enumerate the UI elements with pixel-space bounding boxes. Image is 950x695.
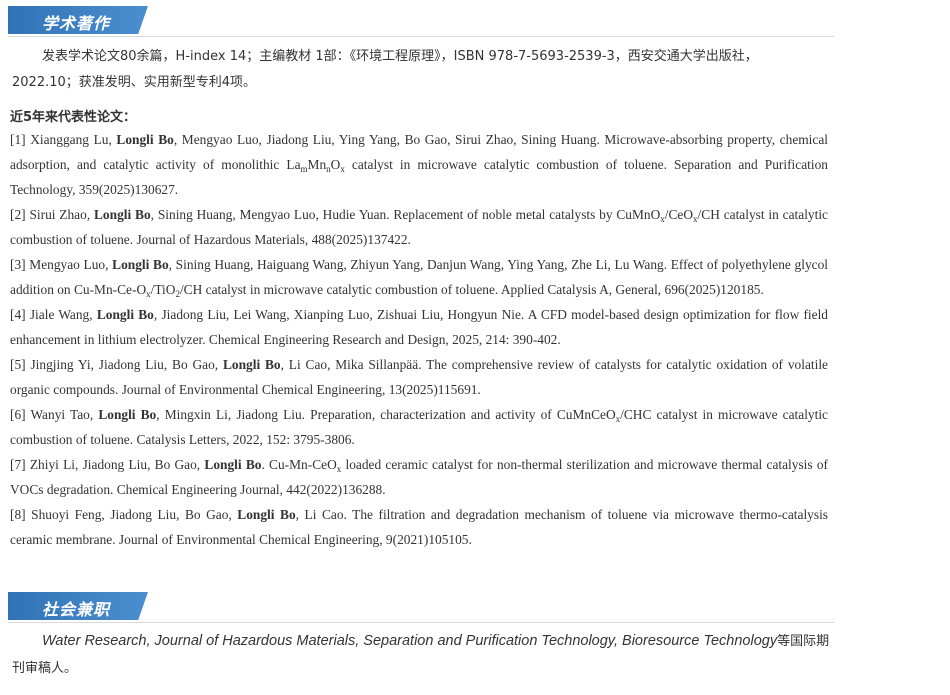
publication-item: [1] Xianggang Lu, Longli Bo, Mengyao Luo… (10, 127, 828, 202)
section-header-social: 社会兼职 (8, 592, 834, 623)
publication-number: [7] (10, 457, 30, 472)
section-title-academic: 学术著作 (42, 14, 111, 33)
publication-number: [4] (10, 307, 30, 322)
publication-item: [7] Zhiyi Li, Jiadong Liu, Bo Gao, Longl… (10, 452, 828, 502)
publication-number: [2] (10, 207, 30, 222)
academic-intro-paragraph: 发表学术论文80余篇，H-index 14；主编教材 1部：《环境工程原理》，I… (12, 49, 758, 90)
publication-item: [2] Sirui Zhao, Longli Bo, Sining Huang,… (10, 202, 828, 252)
section-header-academic: 学术著作 (8, 6, 834, 37)
publication-authors: Wanyi Tao, (30, 407, 99, 422)
publication-item: [4] Jiale Wang, Longli Bo, Jiadong Liu, … (10, 302, 828, 352)
publication-item: [3] Mengyao Luo, Longli Bo, Sining Huang… (10, 252, 828, 302)
publication-text: , Sining Huang, Mengyao Luo, Hudie Yuan.… (150, 207, 661, 222)
highlighted-author: Longli Bo (98, 407, 157, 422)
publication-text: /CH catalyst in microwave catalytic comb… (179, 282, 764, 297)
publication-number: [1] (10, 132, 31, 147)
publication-item: [8] Shuoyi Feng, Jiadong Liu, Bo Gao, Lo… (10, 502, 828, 552)
publication-item: [6] Wanyi Tao, Longli Bo, Mingxin Li, Ji… (10, 402, 828, 452)
publications-heading: 近5年来代表性论文： (10, 110, 137, 125)
publication-number: [3] (10, 257, 30, 272)
highlighted-author: Longli Bo (112, 257, 169, 272)
publication-text: . Cu-Mn-CeO (261, 457, 337, 472)
publication-item: [5] Jingjing Yi, Jiadong Liu, Bo Gao, Lo… (10, 352, 828, 402)
reviewer-paragraph: Water Research, Journal of Hazardous Mat… (12, 628, 830, 682)
highlighted-author: Longli Bo (94, 207, 151, 222)
highlighted-author: Longli Bo (204, 457, 262, 472)
publication-authors: Sirui Zhao, (29, 207, 94, 222)
formula-subscript: m (300, 164, 308, 174)
publication-authors: Xianggang Lu, (30, 132, 117, 147)
highlighted-author: Longli Bo (96, 307, 154, 322)
publication-text: /CeO (664, 207, 694, 222)
publication-text: /TiO (150, 282, 176, 297)
publication-number: [6] (10, 407, 31, 422)
publication-text: Mn (307, 157, 327, 172)
publication-text: O (330, 157, 341, 172)
reviewer-journals: Water Research, Journal of Hazardous Mat… (42, 633, 778, 649)
section-title-social: 社会兼职 (42, 600, 111, 619)
publication-list: [1] Xianggang Lu, Longli Bo, Mengyao Luo… (10, 127, 828, 552)
highlighted-author: Longli Bo (116, 132, 174, 147)
publication-authors: Shuoyi Feng, Jiadong Liu, Bo Gao, (31, 507, 238, 522)
publication-text: , Mingxin Li, Jiadong Liu. Preparation, … (156, 407, 616, 422)
publication-authors: Jingjing Yi, Jiadong Liu, Bo Gao, (30, 357, 223, 372)
highlighted-author: Longli Bo (237, 507, 296, 522)
publication-authors: Jiale Wang, (29, 307, 97, 322)
publication-authors: Mengyao Luo, (29, 257, 113, 272)
publication-number: [8] (10, 507, 32, 522)
publication-number: [5] (10, 357, 31, 372)
highlighted-author: Longli Bo (222, 357, 281, 372)
publication-authors: Zhiyi Li, Jiadong Liu, Bo Gao, (29, 457, 205, 472)
